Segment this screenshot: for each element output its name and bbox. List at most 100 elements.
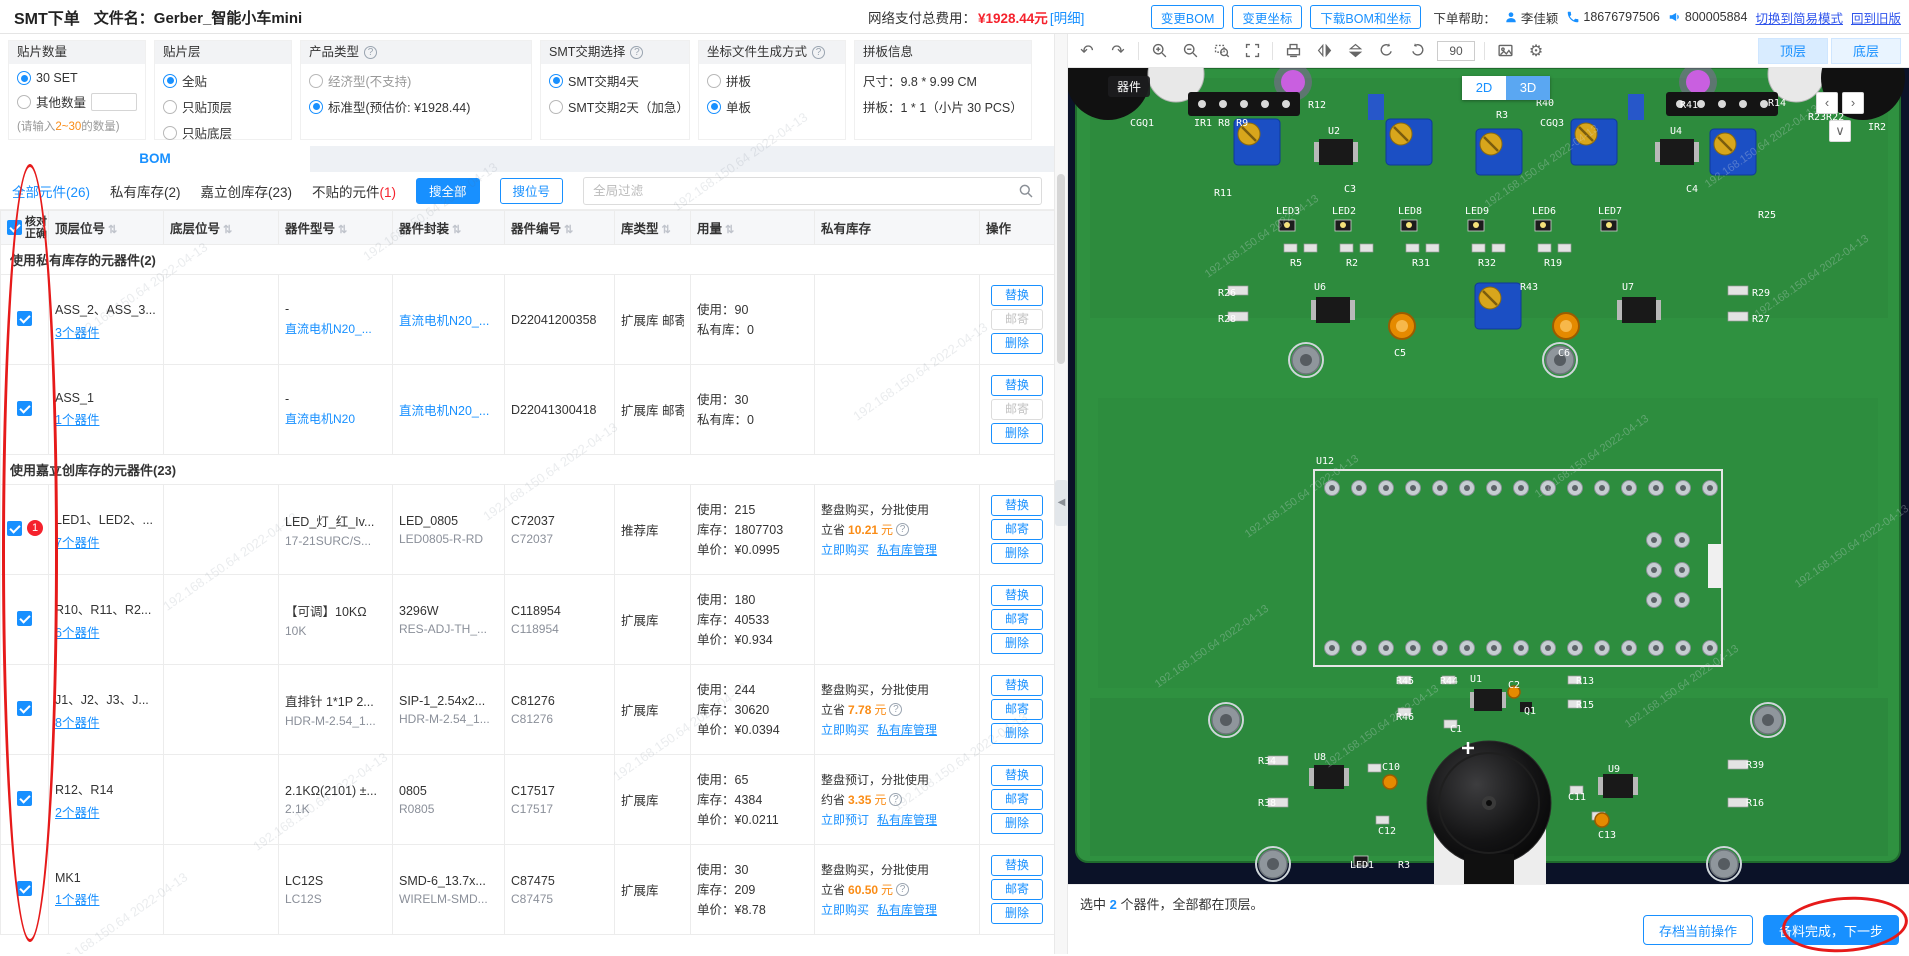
sort-icon[interactable]: [725, 224, 734, 236]
help-icon[interactable]: [364, 46, 377, 59]
purple-led[interactable]: [1686, 70, 1710, 94]
buzzer[interactable]: [1427, 741, 1551, 865]
flip-vertical-icon[interactable]: [1344, 40, 1366, 62]
help-icon[interactable]: [889, 793, 902, 806]
pan-left-icon[interactable]: ‹: [1816, 92, 1838, 114]
package-line1[interactable]: 直流电机N20_...: [399, 310, 498, 329]
other-qty-input[interactable]: [91, 93, 137, 111]
back-old-version-link[interactable]: 回到旧版: [1851, 8, 1901, 27]
pan-down-icon[interactable]: ∨: [1829, 120, 1851, 142]
part-count-link[interactable]: 8个器件: [55, 716, 99, 730]
rotate-cw-icon[interactable]: [1406, 40, 1428, 62]
radio-layer-all[interactable]: 全贴: [163, 71, 283, 90]
part-count-link[interactable]: 1个器件: [55, 893, 99, 907]
radio-icon[interactable]: [17, 95, 31, 109]
filter-jlc-stock[interactable]: 嘉立创库存(23): [201, 181, 293, 201]
ic-u4[interactable]: [1655, 139, 1699, 165]
purple-led[interactable]: [1281, 70, 1305, 94]
radio-icon[interactable]: [163, 74, 177, 88]
ic-u6[interactable]: [1311, 297, 1355, 323]
private-lib-manage-link[interactable]: 私有库管理: [877, 723, 937, 737]
settings-icon[interactable]: ⚙: [1525, 40, 1547, 62]
replace-button[interactable]: 替换: [991, 585, 1043, 606]
buy-now-link[interactable]: 立即购买: [821, 723, 869, 737]
column-bottom-refs[interactable]: 底层位号: [164, 211, 279, 245]
helper-phone[interactable]: 18676797506: [1566, 10, 1659, 24]
sort-icon[interactable]: [338, 224, 347, 236]
row-checkbox[interactable]: [17, 701, 32, 716]
sort-icon[interactable]: [452, 224, 461, 236]
search-icon[interactable]: [1018, 183, 1034, 199]
trimmer-pot[interactable]: [1476, 129, 1522, 175]
delete-button[interactable]: 删除: [991, 423, 1043, 444]
column-top-refs[interactable]: 顶层位号: [49, 211, 164, 245]
radio-icon[interactable]: [549, 74, 563, 88]
select-all-checkbox[interactable]: [7, 220, 22, 235]
switch-simple-mode-link[interactable]: 切换到简易模式: [1755, 8, 1843, 27]
service-hotline[interactable]: 800005884: [1668, 10, 1748, 24]
radio-icon[interactable]: [17, 71, 31, 85]
part-count-link[interactable]: 3个器件: [55, 326, 99, 340]
private-lib-manage-link[interactable]: 私有库管理: [877, 813, 937, 827]
radio-qty-30set[interactable]: 30 SET: [17, 71, 137, 85]
archive-button[interactable]: 存档当前操作: [1643, 915, 1753, 945]
model-line2[interactable]: 直流电机N20_...: [285, 320, 386, 337]
part-count-link[interactable]: 6个器件: [55, 626, 99, 640]
radio-layer-bottom[interactable]: 只贴底层: [163, 123, 283, 142]
zoom-in-icon[interactable]: [1148, 40, 1170, 62]
radio-icon[interactable]: [309, 74, 323, 88]
column-lib-type[interactable]: 库类型: [615, 211, 691, 245]
radio-coord-single[interactable]: 单板: [707, 97, 837, 116]
help-icon[interactable]: [896, 883, 909, 896]
radio-qty-other[interactable]: 其他数量: [17, 92, 137, 111]
top-layer-button[interactable]: 顶层: [1758, 38, 1828, 64]
row-checkbox[interactable]: [17, 881, 32, 896]
toggle-3d[interactable]: 3D: [1506, 76, 1550, 100]
download-bom-button[interactable]: 下载BOM和坐标: [1310, 5, 1421, 29]
mail-button[interactable]: 邮寄: [991, 309, 1043, 330]
pan-right-icon[interactable]: ›: [1842, 92, 1864, 114]
delete-button[interactable]: 删除: [991, 633, 1043, 654]
delete-button[interactable]: 删除: [991, 543, 1043, 564]
pcb-board-3d-view[interactable]: CGQ1IR1 R8 R9R12R40R3CGQ3R41R14R23R22IR2…: [1068, 68, 1909, 884]
sort-icon[interactable]: [564, 224, 573, 236]
error-count-badge[interactable]: 1: [27, 520, 43, 536]
global-filter-input[interactable]: [583, 177, 1042, 205]
radio-icon[interactable]: [309, 100, 323, 114]
mail-button[interactable]: 邮寄: [991, 699, 1043, 720]
private-lib-manage-link[interactable]: 私有库管理: [877, 903, 937, 917]
column-model[interactable]: 器件型号: [279, 211, 393, 245]
rotate-ccw-icon[interactable]: [1375, 40, 1397, 62]
row-checkbox[interactable]: [17, 611, 32, 626]
snapshot-icon[interactable]: [1494, 40, 1516, 62]
change-coord-button[interactable]: 变更坐标: [1232, 5, 1302, 29]
model-line2[interactable]: 直流电机N20: [285, 410, 386, 427]
delete-button[interactable]: 删除: [991, 813, 1043, 834]
flip-horizontal-icon[interactable]: [1313, 40, 1335, 62]
radio-product-standard[interactable]: 标准型(预估价: ¥1928.44): [309, 97, 523, 116]
filter-all-parts[interactable]: 全部元件(26): [12, 181, 90, 201]
sort-icon[interactable]: [223, 224, 232, 236]
delete-button[interactable]: 删除: [991, 903, 1043, 924]
part-count-link[interactable]: 7个器件: [55, 536, 99, 550]
radio-coord-panel[interactable]: 拼板: [707, 71, 837, 90]
tab-bom[interactable]: BOM: [0, 146, 310, 172]
delete-button[interactable]: 删除: [991, 333, 1043, 354]
column-package[interactable]: 器件封装: [393, 211, 505, 245]
undo-icon[interactable]: ↶: [1076, 40, 1098, 62]
radio-icon[interactable]: [707, 74, 721, 88]
ic-u2[interactable]: [1314, 139, 1358, 165]
row-checkbox[interactable]: [17, 791, 32, 806]
mail-button[interactable]: 邮寄: [991, 399, 1043, 420]
toggle-2d[interactable]: 2D: [1462, 76, 1506, 100]
help-icon[interactable]: [630, 46, 643, 59]
zoom-window-icon[interactable]: [1210, 40, 1232, 62]
blue-capacitor[interactable]: [1368, 94, 1384, 120]
search-all-button[interactable]: 搜全部: [416, 178, 480, 204]
row-checkbox[interactable]: [17, 401, 32, 416]
ic-u7[interactable]: [1617, 297, 1661, 323]
sort-icon[interactable]: [108, 224, 117, 236]
mail-button[interactable]: 邮寄: [991, 789, 1043, 810]
preorder-link[interactable]: 立即预订: [821, 813, 869, 827]
help-icon[interactable]: [889, 703, 902, 716]
